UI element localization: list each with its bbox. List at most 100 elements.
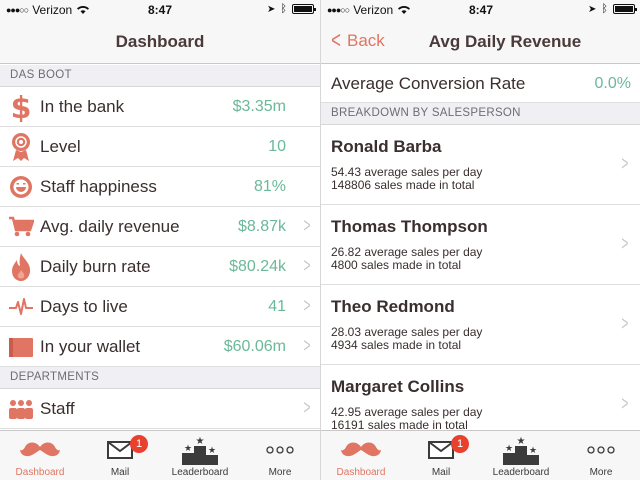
svg-text:★: ★ [505,444,513,454]
avg-daily-revenue-screen: ●●●○○ Verizon 8:47 ➤ ᛒ < Back Avg Daily … [320,0,640,480]
total-sales: 16191 sales made in total [331,418,468,431]
more-dots-icon [587,435,615,465]
mustache-icon [341,435,381,465]
conversion-label: Average Conversion Rate [331,73,526,93]
salesperson-row[interactable]: Thomas Thompson 26.82 average sales per … [321,205,640,285]
navigation-bar: < Back Avg Daily Revenue [321,20,640,64]
envelope-icon [107,435,133,465]
tab-mail[interactable]: 1 Mail [401,431,481,480]
row-label: Level [40,136,81,156]
people-icon [6,389,36,429]
total-sales: 4800 sales made in total [331,258,462,272]
more-dots-icon [266,435,294,465]
conversion-value: 0.0% [594,74,631,92]
chevron-right-icon: > [303,295,311,317]
chevron-right-icon: > [621,313,629,335]
back-button[interactable]: < Back [329,29,385,53]
mail-badge: 1 [130,435,148,453]
podium-icon: ★ ★ ★ [502,435,540,465]
row-value: $80.24k [229,257,286,275]
tab-leaderboard[interactable]: ★ ★ ★ Leaderboard [481,431,561,480]
row-in-your-wallet[interactable]: In your wallet $60.06m > [0,327,320,367]
flame-icon [6,247,36,287]
row-label: Avg. daily revenue [40,216,180,236]
row-days-to-live[interactable]: Days to live 41 > [0,287,320,327]
chevron-right-icon: > [621,153,629,175]
row-value: $8.87k [237,217,286,235]
location-icon: ➤ [267,3,276,15]
tab-more[interactable]: More [240,431,320,480]
tab-label: Leaderboard [171,467,229,478]
page-title: Dashboard [115,32,205,51]
tab-leaderboard[interactable]: ★ ★ ★ Leaderboard [160,431,240,480]
row-value: 10 [268,137,286,155]
svg-text:★: ★ [196,436,205,447]
chevron-right-icon: > [303,255,311,277]
mail-badge: 1 [451,435,469,453]
tab-label: Mail [431,467,451,478]
row-value: $3.35m [232,97,286,115]
row-value: 41 [268,297,286,315]
row-staff-happiness[interactable]: Staff happiness 81% [0,167,320,207]
tab-dashboard[interactable]: Dashboard [321,431,401,480]
row-daily-burn-rate[interactable]: Daily burn rate $80.24k > [0,247,320,287]
bluetooth-icon: ᛒ [280,3,287,15]
total-sales: 148806 sales made in total [331,178,475,192]
tab-label: Mail [110,467,130,478]
tab-more[interactable]: More [561,431,640,480]
battery-icon [613,4,637,14]
chevron-right-icon: > [303,335,311,357]
row-value: 81% [253,177,286,195]
location-icon: ➤ [588,3,597,15]
row-avg-daily-revenue[interactable]: Avg. daily revenue $8.87k > [0,207,320,247]
svg-text:★: ★ [529,446,537,456]
salesperson-row[interactable]: Margaret Collins 42.95 average sales per… [321,365,640,430]
total-sales: 4934 sales made in total [331,338,462,352]
conversion-rate-row: Average Conversion Rate 0.0% [321,65,640,103]
status-bar: ●●●○○ Verizon 8:47 ➤ ᛒ [0,0,320,20]
salesperson-name: Ronald Barba [331,137,442,156]
cart-icon [6,207,36,247]
section-header-breakdown: BREAKDOWN BY SALESPERSON [321,103,640,125]
ribbon-icon [6,127,36,167]
salesperson-name: Thomas Thompson [331,217,488,236]
tab-label: More [268,467,292,478]
salesperson-row[interactable]: Theo Redmond 28.03 average sales per day… [321,285,640,365]
tab-bar: Dashboard 1 Mail ★ ★ ★ Leaderboard More [321,430,640,480]
row-label: In the bank [40,96,125,116]
tab-label: Dashboard [15,467,65,478]
salesperson-name: Margaret Collins [331,377,465,396]
salesperson-row[interactable]: Ronald Barba 54.43 average sales per day… [321,125,640,205]
row-level[interactable]: Level 10 [0,127,320,167]
row-label: Days to live [40,296,128,316]
tab-label: Dashboard [336,467,386,478]
dashboard-screen: ●●●○○ Verizon 8:47 ➤ ᛒ Dashboard DAS BOO… [0,0,320,480]
tab-dashboard[interactable]: Dashboard [0,431,80,480]
dashboard-list[interactable]: DAS BOOT $ In the bank $3.35m Level 10 S… [0,65,320,430]
tab-label: Leaderboard [492,467,550,478]
row-label: In your wallet [40,336,141,356]
envelope-icon [428,435,454,465]
svg-text:$: $ [11,92,32,122]
battery-icon [292,4,316,14]
svg-text:★: ★ [184,444,192,454]
section-header-das-boot: DAS BOOT [0,65,320,87]
chevron-right-icon: > [303,397,311,419]
row-label: Staff [40,398,75,418]
wallet-icon [6,327,36,367]
tab-label: More [589,467,613,478]
heartbeat-icon [6,287,36,327]
row-staff[interactable]: Staff > [0,389,320,429]
podium-icon: ★ ★ ★ [181,435,219,465]
row-in-the-bank[interactable]: $ In the bank $3.35m [0,87,320,127]
tab-mail[interactable]: 1 Mail [80,431,160,480]
section-header-departments: DEPARTMENTS [0,367,320,389]
svg-text:★: ★ [517,436,526,447]
chevron-right-icon: > [303,215,311,237]
svg-text:★: ★ [208,446,216,456]
back-label: Back [347,31,385,50]
salesperson-name: Theo Redmond [331,297,455,316]
smiley-icon [6,167,36,207]
salesperson-list[interactable]: Average Conversion Rate 0.0% BREAKDOWN B… [321,65,640,430]
navigation-bar: Dashboard [0,20,320,64]
